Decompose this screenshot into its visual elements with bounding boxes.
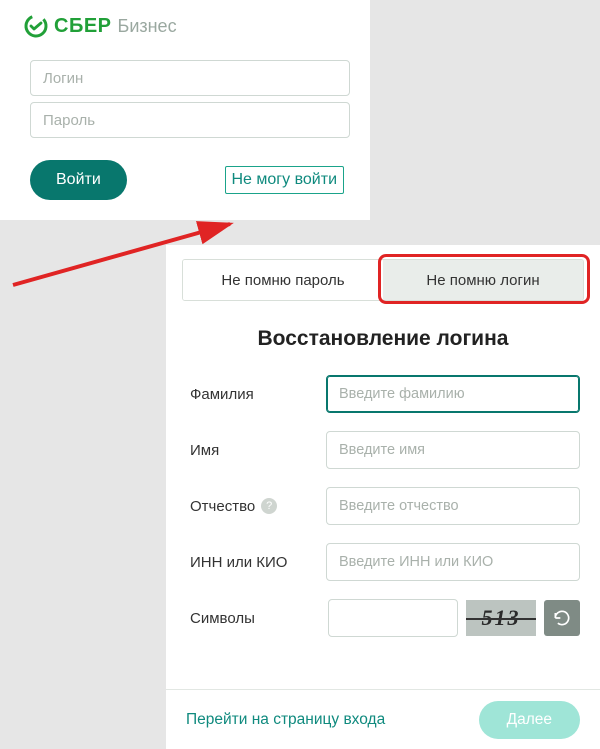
name-input[interactable] xyxy=(326,431,580,469)
label-patronymic: Отчество ? xyxy=(190,498,320,515)
recover-footer: Перейти на страницу входа Далее xyxy=(166,689,600,749)
tab-forgot-login[interactable]: Не помню логин xyxy=(383,260,583,300)
sber-logo-icon xyxy=(24,14,48,38)
captcha-image: 513 xyxy=(466,600,536,636)
brand-sub: Бизнес xyxy=(118,16,177,37)
help-icon[interactable]: ? xyxy=(261,498,277,514)
recover-form: Фамилия Имя Отчество ? ИНН или КИО Симво… xyxy=(166,375,600,637)
label-surname: Фамилия xyxy=(190,386,320,403)
brand-main: СБЕР xyxy=(54,15,112,38)
inn-input[interactable] xyxy=(326,543,580,581)
brand-logo: СБЕР Бизнес xyxy=(24,14,352,38)
label-name: Имя xyxy=(190,442,320,459)
label-patronymic-text: Отчество xyxy=(190,498,255,515)
back-to-login-link[interactable]: Перейти на страницу входа xyxy=(186,711,385,729)
next-button[interactable]: Далее xyxy=(479,701,580,739)
captcha-input[interactable] xyxy=(328,599,458,637)
recover-title: Восстановление логина xyxy=(166,327,600,351)
enter-button[interactable]: Войти xyxy=(30,160,127,200)
row-surname: Фамилия xyxy=(190,375,580,413)
row-patronymic: Отчество ? xyxy=(190,487,580,525)
cant-login-link[interactable]: Не могу войти xyxy=(225,166,345,194)
patronymic-input[interactable] xyxy=(326,487,580,525)
captcha-refresh-button[interactable] xyxy=(544,600,580,636)
surname-input[interactable] xyxy=(326,375,580,413)
captcha-value: 513 xyxy=(482,605,521,631)
row-captcha: Символы 513 xyxy=(190,599,580,637)
password-input[interactable] xyxy=(30,102,350,138)
login-input[interactable] xyxy=(30,60,350,96)
row-name: Имя xyxy=(190,431,580,469)
login-panel: СБЕР Бизнес Войти Не могу войти xyxy=(0,0,370,220)
login-actions: Войти Не могу войти xyxy=(24,160,352,200)
label-inn: ИНН или КИО xyxy=(190,554,320,571)
row-inn: ИНН или КИО xyxy=(190,543,580,581)
recover-panel: Не помню пароль Не помню логин Восстанов… xyxy=(166,245,600,749)
refresh-icon xyxy=(552,608,572,628)
tab-forgot-password[interactable]: Не помню пароль xyxy=(183,260,383,300)
recover-tabs: Не помню пароль Не помню логин xyxy=(182,259,584,301)
label-captcha: Символы xyxy=(190,610,320,627)
